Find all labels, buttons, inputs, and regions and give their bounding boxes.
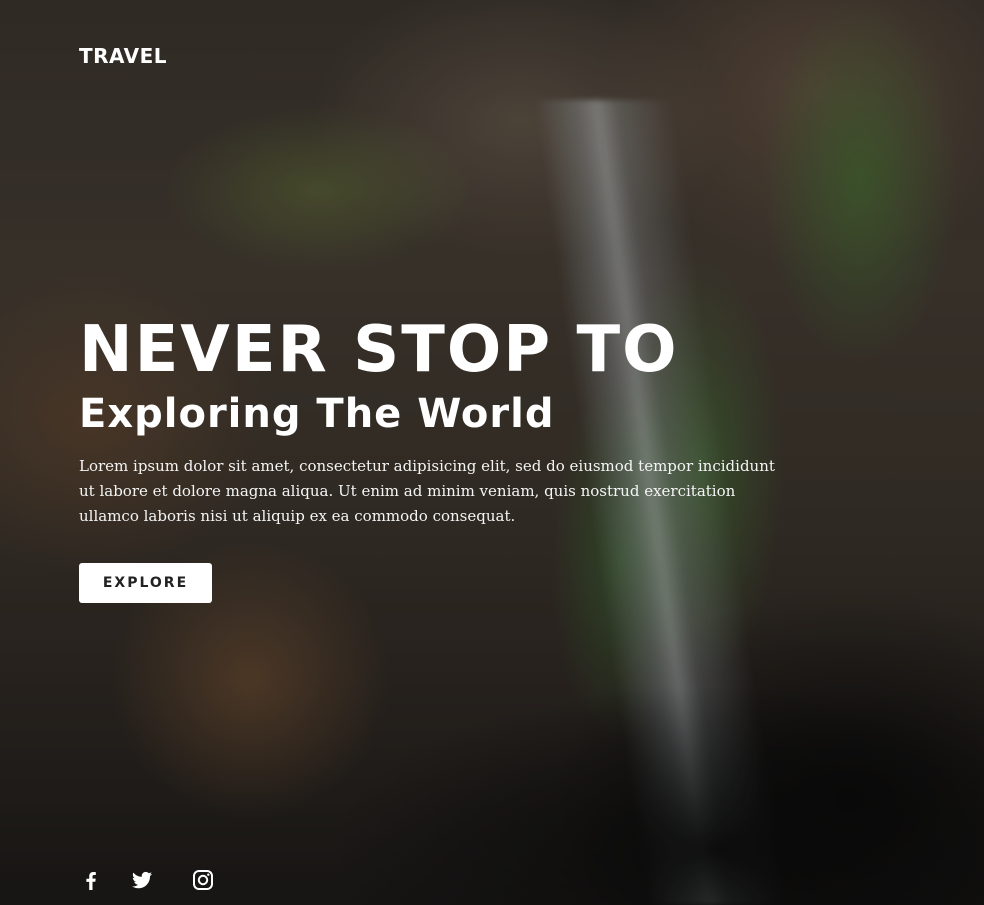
explore-button[interactable]: EXPLORE — [79, 563, 212, 603]
hero-section: NEVER STOP TO Exploring The World Lorem … — [79, 312, 799, 529]
twitter-icon[interactable] — [130, 868, 154, 892]
facebook-icon[interactable] — [79, 868, 103, 892]
hero-description: Lorem ipsum dolor sit amet, consectetur … — [79, 457, 775, 525]
brand-logo[interactable]: TRAVEL — [79, 44, 167, 68]
social-links — [79, 868, 215, 892]
hero-subtitle: Exploring The World — [79, 391, 555, 437]
hero-title: NEVER STOP TO — [79, 313, 679, 387]
instagram-icon[interactable] — [191, 868, 215, 892]
